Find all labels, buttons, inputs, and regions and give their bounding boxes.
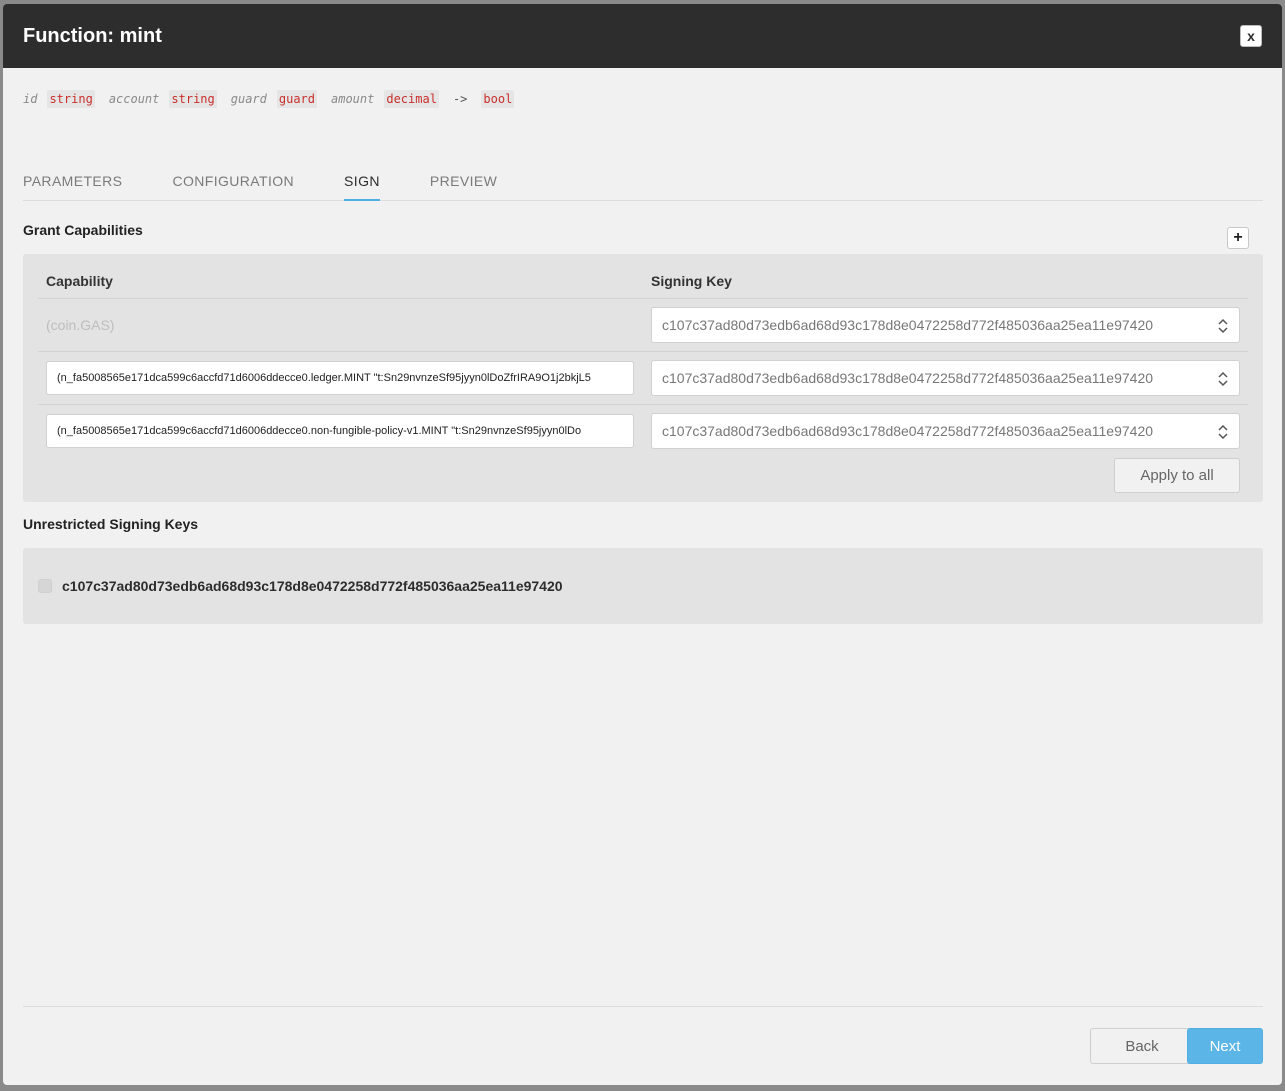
signing-key-value: c107c37ad80d73edb6ad68d93c178d8e0472258d… bbox=[662, 317, 1154, 333]
grant-capabilities-title: Grant Capabilities bbox=[23, 222, 143, 238]
capability-input[interactable] bbox=[46, 414, 634, 448]
capability-row: (coin.GAS) c107c37ad80d73edb6ad68d93c178… bbox=[38, 298, 1248, 351]
param-name: guard bbox=[230, 92, 267, 106]
chevron-updown-icon bbox=[1218, 318, 1228, 334]
chevron-updown-icon bbox=[1218, 424, 1228, 440]
param-name: amount bbox=[331, 92, 375, 106]
param-type: string bbox=[169, 90, 217, 108]
capabilities-header: Capability Signing Key bbox=[46, 273, 1240, 289]
close-button[interactable]: x bbox=[1240, 25, 1262, 47]
unrestricted-key-checkbox[interactable] bbox=[38, 579, 52, 593]
return-type: bool bbox=[481, 90, 515, 108]
capability-value: (coin.GAS) bbox=[46, 317, 115, 333]
capability-row: c107c37ad80d73edb6ad68d93c178d8e0472258d… bbox=[38, 351, 1248, 404]
tab-parameters[interactable]: PARAMETERS bbox=[23, 168, 122, 201]
column-header-signing-key: Signing Key bbox=[651, 273, 732, 289]
capability-row: c107c37ad80d73edb6ad68d93c178d8e0472258d… bbox=[38, 404, 1248, 457]
add-capability-button[interactable]: + bbox=[1227, 227, 1249, 249]
signing-key-select[interactable]: c107c37ad80d73edb6ad68d93c178d8e0472258d… bbox=[651, 307, 1240, 343]
signing-key-value: c107c37ad80d73edb6ad68d93c178d8e0472258d… bbox=[662, 423, 1154, 439]
tab-bar: PARAMETERS CONFIGURATION SIGN PREVIEW bbox=[23, 168, 1263, 201]
function-modal: Function: mint x id string account strin… bbox=[3, 4, 1282, 1085]
chevron-updown-icon bbox=[1218, 371, 1228, 387]
signing-key-value: c107c37ad80d73edb6ad68d93c178d8e0472258d… bbox=[662, 370, 1154, 386]
modal-title: Function: mint bbox=[23, 24, 162, 47]
signing-key-select[interactable]: c107c37ad80d73edb6ad68d93c178d8e0472258d… bbox=[651, 360, 1240, 396]
tab-sign[interactable]: SIGN bbox=[344, 168, 380, 201]
unrestricted-key-label: c107c37ad80d73edb6ad68d93c178d8e0472258d… bbox=[62, 578, 563, 594]
param-type: decimal bbox=[384, 90, 439, 108]
capability-input[interactable] bbox=[46, 361, 634, 395]
capabilities-panel: Capability Signing Key (coin.GAS) c107c3… bbox=[23, 254, 1263, 502]
signing-key-select[interactable]: c107c37ad80d73edb6ad68d93c178d8e0472258d… bbox=[651, 413, 1240, 449]
unrestricted-signing-keys-title: Unrestricted Signing Keys bbox=[23, 516, 199, 532]
param-name: id bbox=[23, 92, 38, 106]
tab-preview[interactable]: PREVIEW bbox=[430, 168, 497, 201]
function-signature: id string account string guard guard amo… bbox=[23, 90, 528, 108]
param-name: account bbox=[108, 92, 160, 106]
column-header-capability: Capability bbox=[46, 273, 113, 289]
next-button[interactable]: Next bbox=[1187, 1028, 1263, 1064]
back-button[interactable]: Back bbox=[1090, 1028, 1194, 1064]
footer-divider bbox=[23, 1006, 1263, 1007]
apply-to-all-button[interactable]: Apply to all bbox=[1114, 458, 1240, 493]
param-type: string bbox=[47, 90, 95, 108]
tab-configuration[interactable]: CONFIGURATION bbox=[172, 168, 294, 201]
param-type: guard bbox=[276, 90, 317, 108]
unrestricted-keys-panel: c107c37ad80d73edb6ad68d93c178d8e0472258d… bbox=[23, 548, 1263, 624]
return-arrow: -> bbox=[452, 92, 468, 106]
modal-header: Function: mint x bbox=[3, 4, 1282, 68]
